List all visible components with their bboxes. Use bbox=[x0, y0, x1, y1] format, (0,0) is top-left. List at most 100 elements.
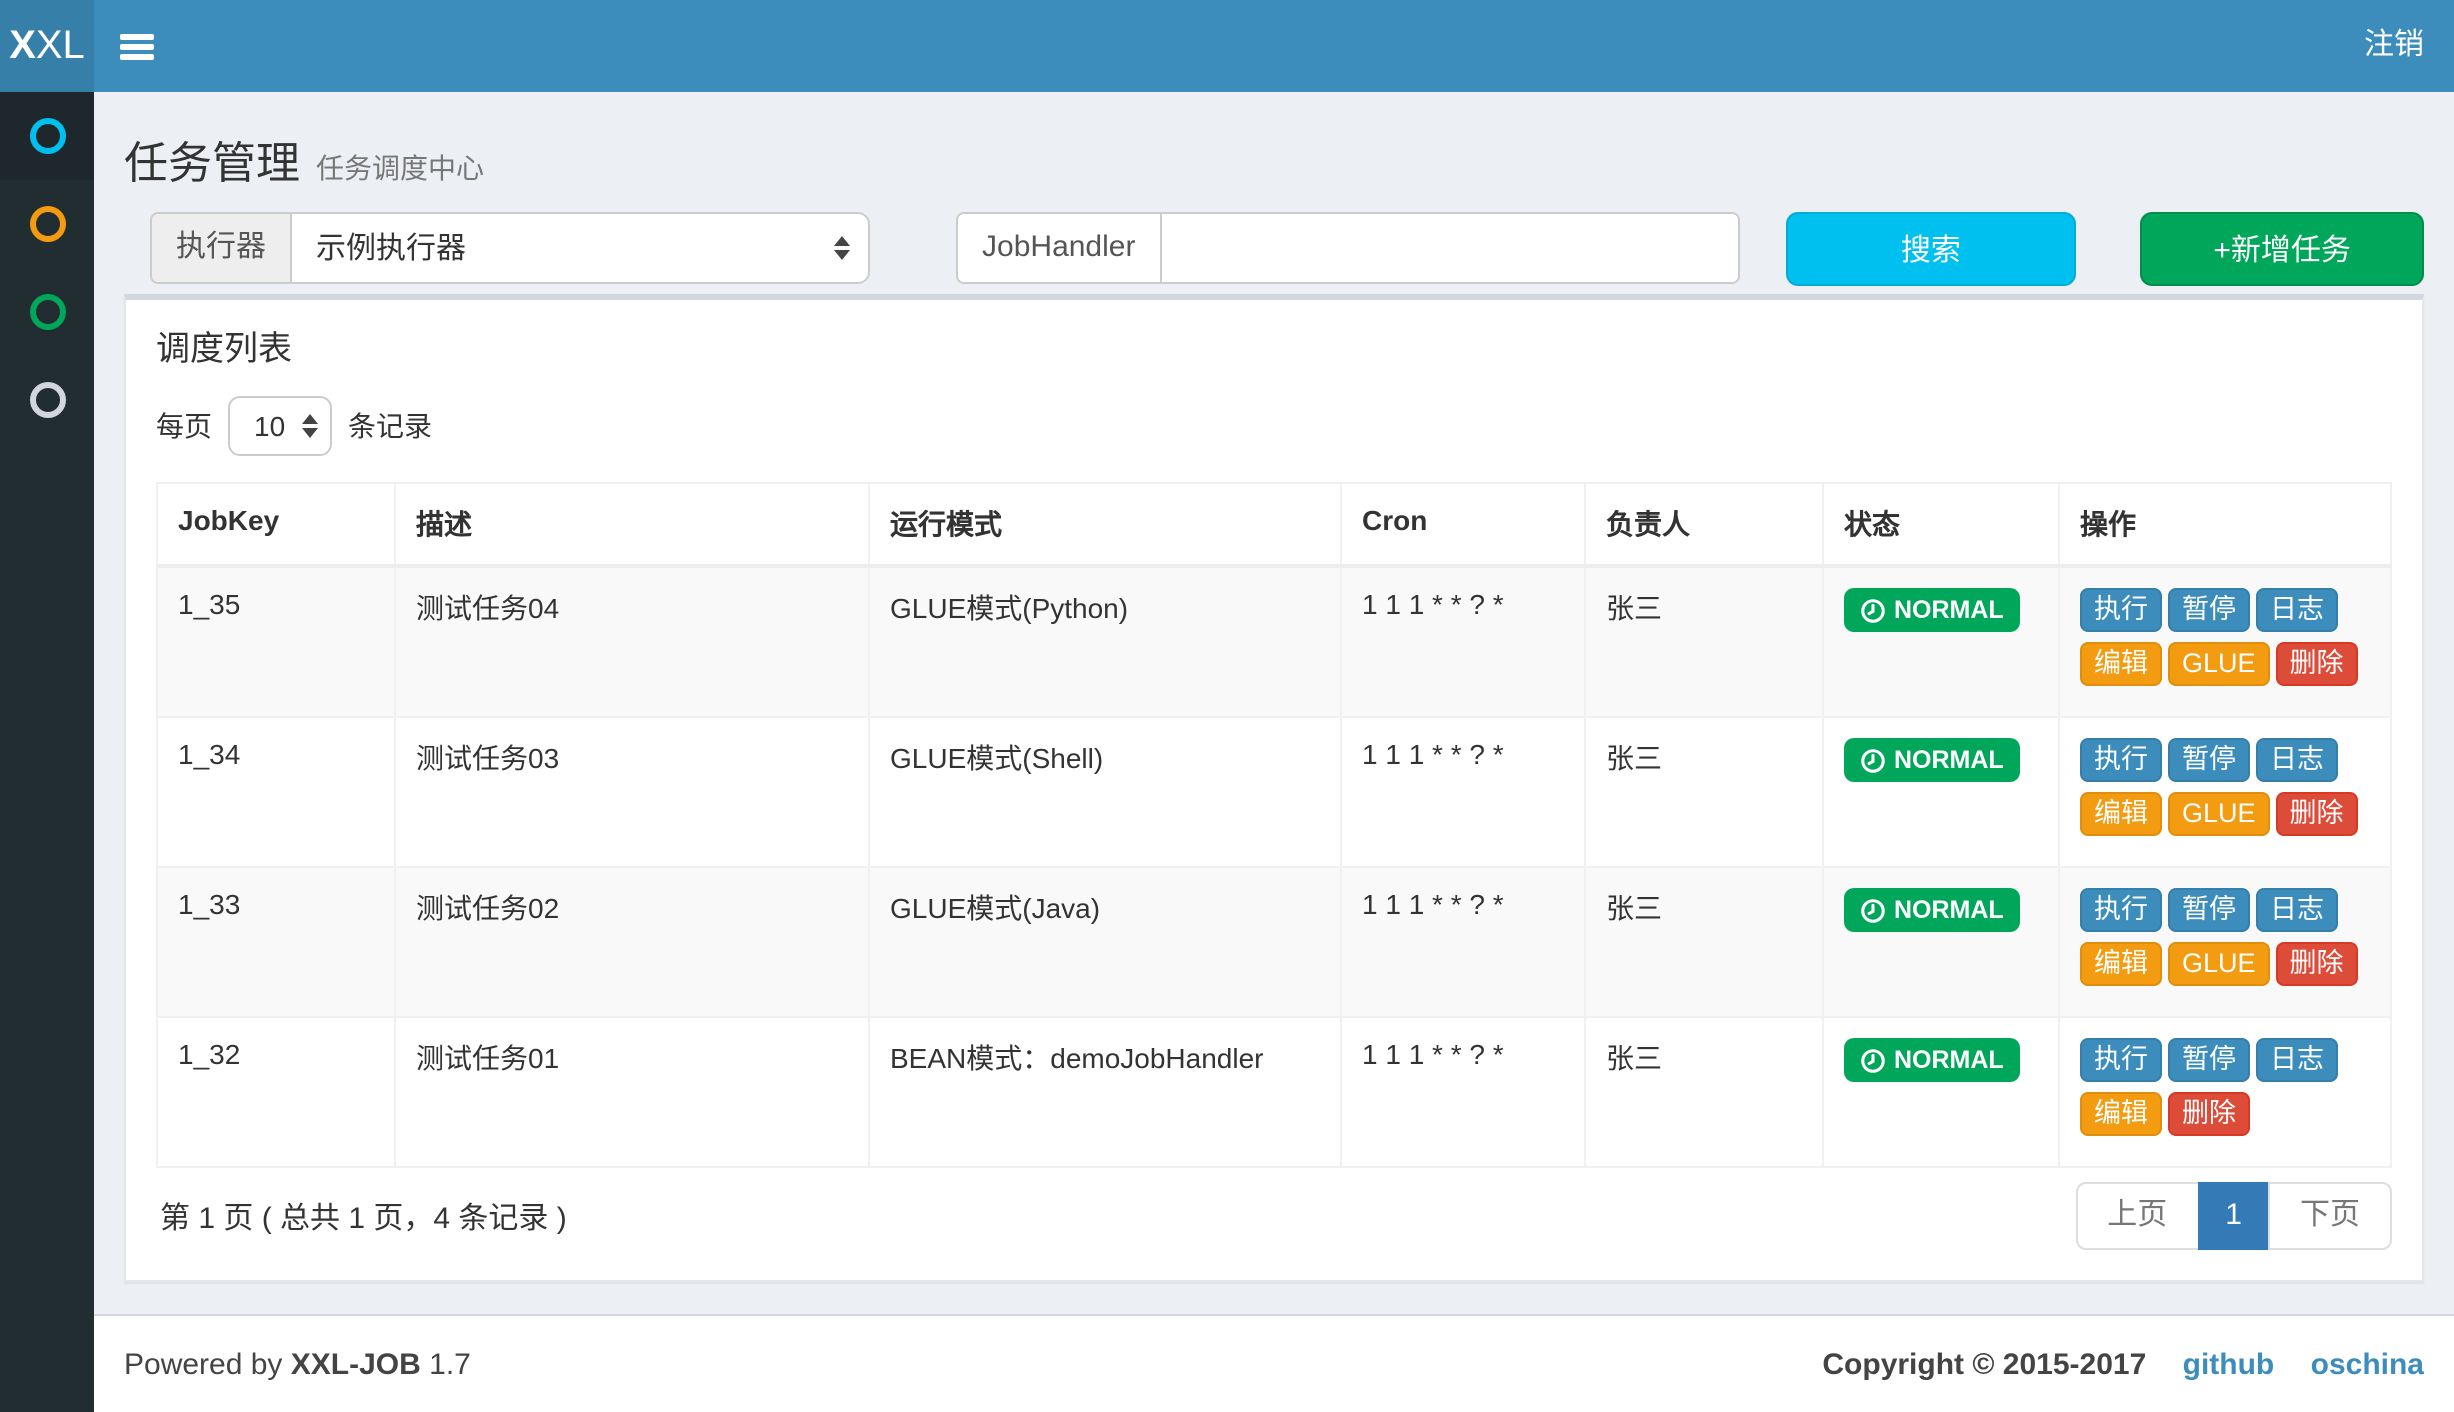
mode-cell: GLUE模式(Python) bbox=[869, 566, 1341, 717]
job-key-cell: 1_35 bbox=[157, 566, 395, 717]
content-area: 任务管理任务调度中心 执行器 示例执行器 JobHandler 搜索 +新增任务… bbox=[94, 92, 2454, 1314]
owner-cell: 张三 bbox=[1585, 1017, 1823, 1167]
run-button[interactable]: 执行 bbox=[2080, 738, 2162, 782]
next-page-button[interactable]: 下页 bbox=[2268, 1182, 2392, 1250]
column-header: 状态 bbox=[1823, 483, 2059, 566]
github-link[interactable]: github bbox=[2183, 1347, 2275, 1381]
circle-icon bbox=[29, 294, 65, 330]
clock-icon bbox=[1860, 897, 1886, 923]
log-button[interactable]: 日志 bbox=[2256, 888, 2338, 932]
pagination: 上页 1 下页 bbox=[2075, 1182, 2392, 1250]
executor-select[interactable]: 示例执行器 bbox=[290, 212, 870, 284]
table-header-row: JobKey描述运行模式Cron负责人状态操作 bbox=[157, 483, 2391, 566]
column-header: JobKey bbox=[157, 483, 395, 566]
job-key-cell: 1_34 bbox=[157, 717, 395, 867]
copyright-text: Copyright © 2015-2017 bbox=[1822, 1347, 2146, 1381]
add-job-button[interactable]: +新增任务 bbox=[2140, 212, 2424, 286]
powered-by-text: Powered by XXL-JOB 1.7 bbox=[124, 1347, 471, 1381]
log-button[interactable]: 日志 bbox=[2256, 738, 2338, 782]
mode-cell: BEAN模式：demoJobHandler bbox=[869, 1017, 1341, 1167]
owner-cell: 张三 bbox=[1585, 867, 1823, 1017]
clock-icon bbox=[1860, 747, 1886, 773]
actions-cell: 执行暂停日志编辑删除 bbox=[2059, 1017, 2391, 1167]
sidebar-item-glue-ide[interactable] bbox=[0, 268, 94, 356]
cron-cell: 1 1 1 * * ? * bbox=[1341, 1017, 1585, 1167]
glue-button[interactable]: GLUE bbox=[2168, 942, 2270, 986]
actions-cell: 执行暂停日志编辑GLUE删除 bbox=[2059, 867, 2391, 1017]
clock-icon bbox=[1860, 597, 1886, 623]
oschina-link[interactable]: oschina bbox=[2311, 1347, 2424, 1381]
app-logo[interactable]: XXL bbox=[0, 0, 94, 92]
status-badge: NORMAL bbox=[1844, 738, 2020, 782]
pager-row: 第 1 页 ( 总共 1 页，4 条记录 ) 上页 1 下页 bbox=[156, 1182, 2392, 1250]
table-row: 1_35测试任务04GLUE模式(Python)1 1 1 * * ? *张三N… bbox=[157, 566, 2391, 717]
log-button[interactable]: 日志 bbox=[2256, 1038, 2338, 1082]
sidebar-toggle-icon[interactable] bbox=[94, 0, 184, 92]
page-length-control: 每页 10 条记录 bbox=[156, 396, 2392, 456]
table-body: 1_35测试任务04GLUE模式(Python)1 1 1 * * ? *张三N… bbox=[157, 566, 2391, 1167]
table-row: 1_32测试任务01BEAN模式：demoJobHandler1 1 1 * *… bbox=[157, 1017, 2391, 1167]
edit-button[interactable]: 编辑 bbox=[2080, 792, 2162, 836]
actions-cell: 执行暂停日志编辑GLUE删除 bbox=[2059, 566, 2391, 717]
edit-button[interactable]: 编辑 bbox=[2080, 942, 2162, 986]
status-cell: NORMAL bbox=[1823, 1017, 2059, 1167]
delete-button[interactable]: 删除 bbox=[2276, 942, 2358, 986]
top-navbar: XXL 注销 bbox=[0, 0, 2454, 92]
pause-button[interactable]: 暂停 bbox=[2168, 738, 2250, 782]
jobhandler-label: JobHandler bbox=[956, 212, 1159, 284]
sidebar bbox=[0, 92, 94, 1412]
column-header: 描述 bbox=[395, 483, 869, 566]
logo-rest: XL bbox=[36, 24, 85, 68]
pagination-info: 第 1 页 ( 总共 1 页，4 条记录 ) bbox=[156, 1195, 567, 1237]
delete-button[interactable]: 删除 bbox=[2276, 642, 2358, 686]
delete-button[interactable]: 删除 bbox=[2276, 792, 2358, 836]
status-cell: NORMAL bbox=[1823, 867, 2059, 1017]
edit-button[interactable]: 编辑 bbox=[2080, 1092, 2162, 1136]
cron-cell: 1 1 1 * * ? * bbox=[1341, 566, 1585, 717]
run-button[interactable]: 执行 bbox=[2080, 588, 2162, 632]
status-badge: NORMAL bbox=[1844, 888, 2020, 932]
owner-cell: 张三 bbox=[1585, 566, 1823, 717]
pause-button[interactable]: 暂停 bbox=[2168, 888, 2250, 932]
edit-button[interactable]: 编辑 bbox=[2080, 642, 2162, 686]
sidebar-item-dispatch-log[interactable] bbox=[0, 180, 94, 268]
status-badge: NORMAL bbox=[1844, 588, 2020, 632]
prev-page-button[interactable]: 上页 bbox=[2075, 1182, 2199, 1250]
page-1-button[interactable]: 1 bbox=[2197, 1182, 2270, 1250]
search-button[interactable]: 搜索 bbox=[1785, 212, 2076, 286]
status-cell: NORMAL bbox=[1823, 566, 2059, 717]
pause-button[interactable]: 暂停 bbox=[2168, 588, 2250, 632]
brand-name: XXL-JOB bbox=[291, 1347, 421, 1381]
page-length-select[interactable]: 10 bbox=[228, 396, 332, 456]
sidebar-item-job-manage[interactable] bbox=[0, 92, 94, 180]
run-button[interactable]: 执行 bbox=[2080, 888, 2162, 932]
owner-cell: 张三 bbox=[1585, 717, 1823, 867]
pause-button[interactable]: 暂停 bbox=[2168, 1038, 2250, 1082]
column-header: 运行模式 bbox=[869, 483, 1341, 566]
app-root: XXL 注销 任务管理任务调度中心 执行器 示例执行器 JobHandler bbox=[0, 0, 2454, 1412]
delete-button[interactable]: 删除 bbox=[2168, 1092, 2250, 1136]
log-button[interactable]: 日志 bbox=[2256, 588, 2338, 632]
status-cell: NORMAL bbox=[1823, 717, 2059, 867]
job-key-cell: 1_33 bbox=[157, 867, 395, 1017]
glue-button[interactable]: GLUE bbox=[2168, 642, 2270, 686]
desc-cell: 测试任务02 bbox=[395, 867, 869, 1017]
page-header: 任务管理任务调度中心 bbox=[94, 92, 2454, 198]
glue-button[interactable]: GLUE bbox=[2168, 792, 2270, 836]
mode-cell: GLUE模式(Shell) bbox=[869, 717, 1341, 867]
table-row: 1_33测试任务02GLUE模式(Java)1 1 1 * * ? *张三NOR… bbox=[157, 867, 2391, 1017]
column-header: Cron bbox=[1341, 483, 1585, 566]
page-title: 任务管理 bbox=[124, 138, 300, 188]
jobhandler-input[interactable] bbox=[1159, 212, 1739, 284]
footer: Powered by XXL-JOB 1.7 Copyright © 2015-… bbox=[94, 1314, 2454, 1412]
cron-cell: 1 1 1 * * ? * bbox=[1341, 867, 1585, 1017]
column-header: 操作 bbox=[2059, 483, 2391, 566]
sidebar-item-help[interactable] bbox=[0, 356, 94, 444]
actions-cell: 执行暂停日志编辑GLUE删除 bbox=[2059, 717, 2391, 867]
logo-bold: X bbox=[9, 24, 36, 68]
logout-link[interactable]: 注销 bbox=[2334, 0, 2454, 92]
executor-label: 执行器 bbox=[150, 212, 290, 284]
circle-icon bbox=[29, 118, 65, 154]
run-button[interactable]: 执行 bbox=[2080, 1038, 2162, 1082]
table-row: 1_34测试任务03GLUE模式(Shell)1 1 1 * * ? *张三NO… bbox=[157, 717, 2391, 867]
